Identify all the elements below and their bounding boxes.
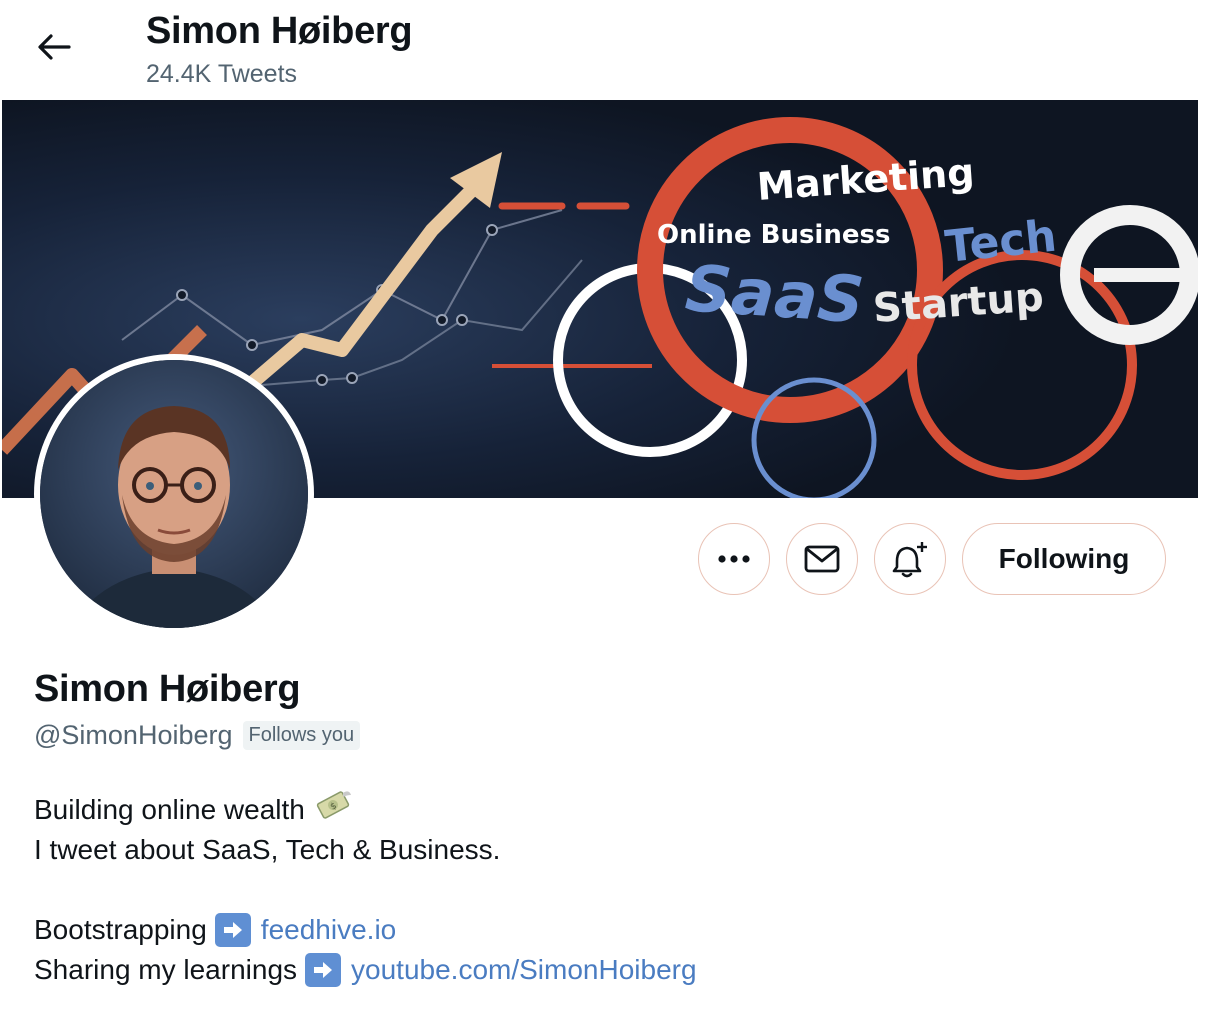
- banner-word-saas: SaaS: [683, 252, 866, 338]
- youtube-link[interactable]: youtube.com/SimonHoiberg: [351, 950, 697, 990]
- following-button[interactable]: Following: [962, 523, 1166, 595]
- feedhive-link[interactable]: feedhive.io: [261, 910, 396, 950]
- banner-word-online-business: Online Business: [657, 220, 890, 250]
- right-arrow-icon: [305, 953, 342, 987]
- right-arrow-icon: [214, 913, 251, 947]
- back-button[interactable]: [28, 24, 80, 70]
- bio-line-1: Building online wealth: [34, 794, 305, 825]
- notifications-button[interactable]: [874, 523, 946, 595]
- bio-line-2: I tweet about SaaS, Tech & Business.: [34, 834, 501, 865]
- message-button[interactable]: [786, 523, 858, 595]
- bio-line-4-text: Sharing my learnings: [34, 954, 298, 985]
- follows-you-badge: Follows you: [242, 721, 361, 750]
- money-with-wings-icon: $: [313, 787, 353, 834]
- tweet-count: 24.4K Tweets: [146, 60, 298, 88]
- profile-header-bar: Simon Høiberg 24.4K Tweets: [0, 0, 1206, 100]
- header-name: Simon Høiberg: [146, 10, 413, 52]
- bio-line-3-text: Bootstrapping: [34, 914, 207, 945]
- more-icon: [718, 555, 750, 563]
- handle-row: @SimonHoiberg Follows you: [34, 720, 361, 751]
- bell-plus-icon: [892, 542, 927, 578]
- mail-icon: [804, 545, 840, 573]
- profile-name: Simon Høiberg: [34, 668, 301, 710]
- profile-actions: Following: [0, 523, 1206, 595]
- profile-bio: Building online wealth $ I tweet about S…: [34, 790, 697, 990]
- profile-handle: @SimonHoiberg: [34, 720, 233, 750]
- arrow-left-icon: [38, 34, 71, 60]
- more-button[interactable]: [698, 523, 770, 595]
